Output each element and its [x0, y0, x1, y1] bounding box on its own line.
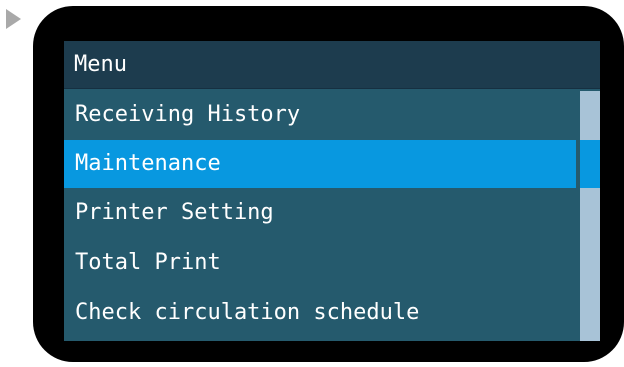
- menu-title-bar: Menu: [64, 41, 600, 89]
- lcd-screen: Menu Receiving History Maintenance Print…: [64, 41, 600, 341]
- scrollbar[interactable]: [580, 91, 600, 341]
- menu-item-maintenance[interactable]: Maintenance: [64, 140, 576, 188]
- pointer-arrow-icon: [6, 9, 21, 29]
- menu-title: Menu: [74, 52, 127, 77]
- menu-item-total-print[interactable]: Total Print: [64, 239, 576, 287]
- menu-item-check-circulation-schedule[interactable]: Check circulation schedule: [64, 289, 576, 337]
- menu-item-printer-setting[interactable]: Printer Setting: [64, 189, 576, 237]
- menu-list: Receiving History Maintenance Printer Se…: [64, 91, 576, 341]
- scrollbar-thumb[interactable]: [580, 140, 600, 188]
- menu-item-receiving-history[interactable]: Receiving History: [64, 91, 576, 139]
